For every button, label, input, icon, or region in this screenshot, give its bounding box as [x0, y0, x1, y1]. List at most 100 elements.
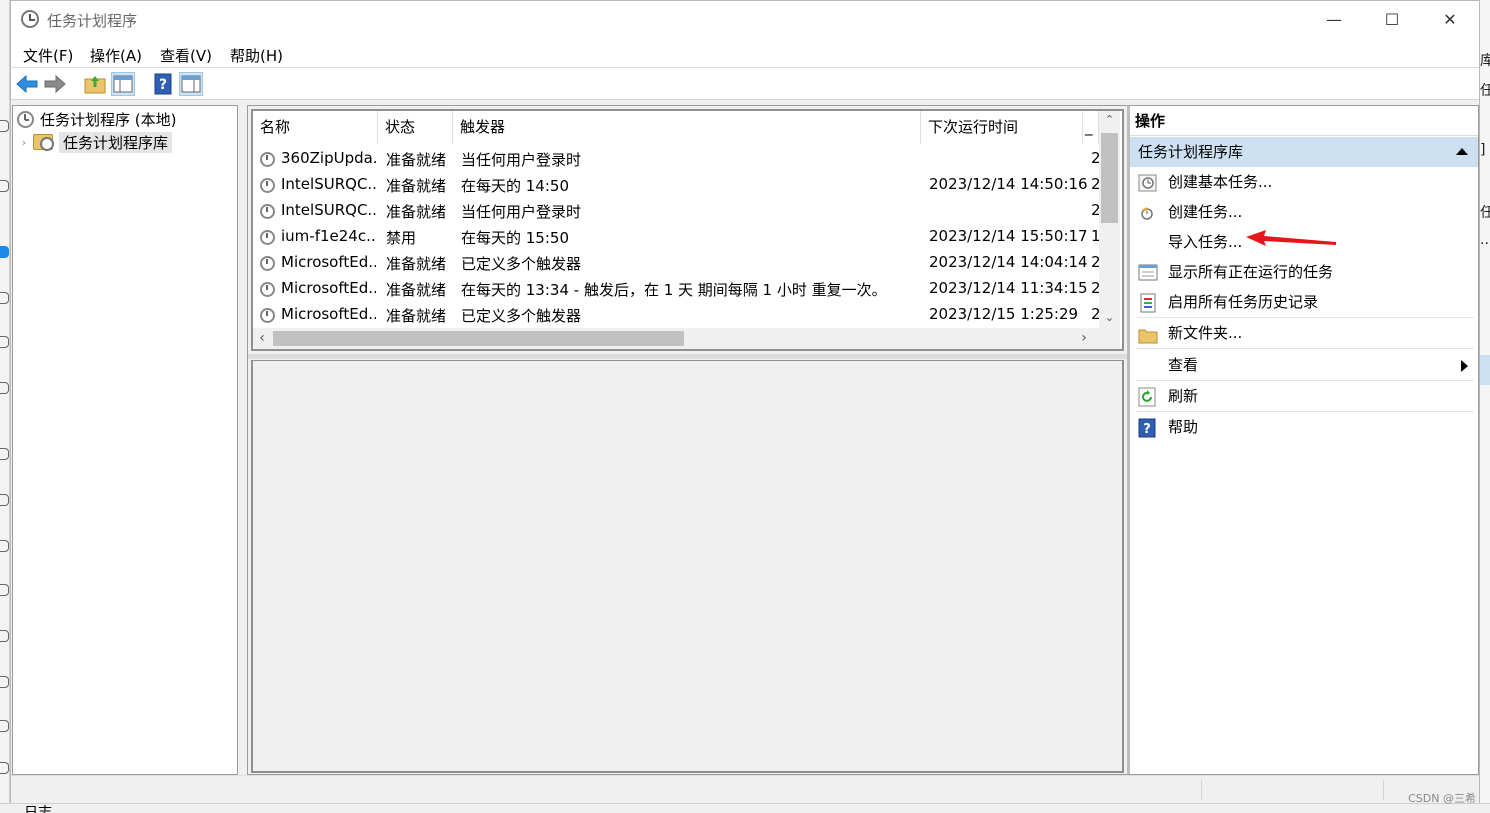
- show-hide-action-pane-icon[interactable]: [179, 72, 203, 96]
- action-refresh[interactable]: 刷新: [1130, 381, 1478, 411]
- action-create-basic-task[interactable]: 创建基本任务...: [1130, 167, 1478, 197]
- desktop-icon: [0, 448, 9, 460]
- task-name: MicrosoftEd...: [281, 305, 376, 323]
- desktop-char: 任: [1480, 205, 1490, 221]
- task-list: 名称 状态 触发器 下次运行时间 _ 360ZipUpda... 准备就绪 当任…: [251, 109, 1124, 351]
- pane-splitter[interactable]: [248, 354, 1127, 359]
- action-label: 帮助: [1168, 418, 1199, 436]
- desktop-char: ]: [1480, 142, 1486, 158]
- desktop-icon: [0, 720, 9, 732]
- action-label: 显示所有正在运行的任务: [1168, 263, 1334, 281]
- desktop-icon: [0, 382, 9, 394]
- task-extra: 2: [1091, 279, 1099, 297]
- desktop-icon: [0, 336, 9, 348]
- task-status: 准备就绪: [386, 203, 447, 221]
- column-header-status[interactable]: 状态: [378, 111, 453, 144]
- task-status: 准备就绪: [386, 177, 447, 195]
- tree-root-label: 任务计划程序 (本地): [40, 110, 177, 129]
- table-row[interactable]: IntelSURQC... 准备就绪 在每天的 14:50 2023/12/14…: [253, 172, 1099, 198]
- show-hide-console-tree-icon[interactable]: [111, 72, 135, 96]
- table-row[interactable]: MicrosoftEd... 准备就绪 已定义多个触发器 2023/12/14 …: [253, 250, 1099, 276]
- table-row[interactable]: MicrosoftEd... 准备就绪 在每天的 13:34 - 触发后，在 1…: [253, 276, 1099, 302]
- desktop-icon: [0, 584, 9, 596]
- menu-help[interactable]: 帮助(H): [230, 45, 283, 66]
- back-icon[interactable]: [15, 72, 39, 96]
- action-help[interactable]: ? 帮助: [1130, 412, 1478, 442]
- task-extra: 2: [1091, 305, 1099, 323]
- title-bar[interactable]: 任务计划程序 — ☐ ✕: [11, 1, 1479, 39]
- desktop-right-strip: 库 任 ] 任 ...: [1480, 0, 1490, 813]
- task-extra: 1: [1091, 227, 1099, 245]
- horizontal-scroll-thumb[interactable]: [273, 331, 684, 346]
- svg-text:?: ?: [159, 77, 167, 93]
- window-title: 任务计划程序: [47, 12, 138, 30]
- desktop-icon: [0, 120, 9, 132]
- menu-view[interactable]: 查看(V): [160, 45, 212, 66]
- folder-up-icon[interactable]: [83, 72, 107, 96]
- task-status: 准备就绪: [386, 255, 447, 273]
- action-enable-task-history[interactable]: 启用所有任务历史记录: [1130, 287, 1478, 317]
- forward-icon[interactable]: [43, 72, 67, 96]
- scroll-left-arrow[interactable]: ‹: [253, 328, 271, 349]
- tree-item-library[interactable]: › 任务计划程序库: [17, 131, 173, 153]
- task-clock-icon: [260, 204, 275, 219]
- table-row[interactable]: 360ZipUpda... 准备就绪 当任何用户登录时 2: [253, 146, 1099, 172]
- task-trigger: 在每天的 15:50: [461, 229, 569, 247]
- task-next-run: 2023/12/14 14:50:16: [929, 175, 1088, 193]
- task-trigger: 在每天的 13:34 - 触发后，在 1 天 期间每隔 1 小时 重复一次。: [461, 281, 887, 299]
- action-display-running-tasks[interactable]: 显示所有正在运行的任务: [1130, 257, 1478, 287]
- task-name: 360ZipUpda...: [281, 149, 376, 167]
- task-name: IntelSURQC...: [281, 201, 376, 219]
- close-button[interactable]: ✕: [1421, 1, 1479, 39]
- desktop-icon: [0, 676, 9, 688]
- table-row[interactable]: ium-f1e24c... 禁用 在每天的 15:50 2023/12/14 1…: [253, 224, 1099, 250]
- table-row[interactable]: MicrosoftEd... 准备就绪 已定义多个触发器 2023/12/15 …: [253, 302, 1099, 328]
- menu-file[interactable]: 文件(F): [23, 45, 73, 66]
- console-tree: 任务计划程序 (本地) › 任务计划程序库: [12, 105, 238, 775]
- task-trigger: 已定义多个触发器: [461, 255, 582, 273]
- table-row[interactable]: IntelSURQC... 准备就绪 当任何用户登录时 2: [253, 198, 1099, 224]
- maximize-button[interactable]: ☐: [1363, 1, 1421, 39]
- task-extra: 2: [1091, 175, 1099, 193]
- task-trigger: 已定义多个触发器: [461, 307, 582, 325]
- status-segment: [1201, 780, 1202, 800]
- column-header-name[interactable]: 名称: [253, 111, 378, 144]
- column-header-last-run[interactable]: _: [1083, 111, 1099, 144]
- horizontal-scrollbar[interactable]: ‹ ›: [253, 328, 1120, 349]
- task-clock-icon: [260, 308, 275, 323]
- task-next-run: 2023/12/15 1:25:29: [929, 305, 1079, 323]
- task-trigger: 在每天的 14:50: [461, 177, 569, 195]
- scroll-down-arrow[interactable]: ⌄: [1099, 309, 1120, 327]
- help-icon[interactable]: ?: [151, 72, 175, 96]
- minimize-button[interactable]: —: [1305, 1, 1363, 39]
- column-header-trigger[interactable]: 触发器: [453, 111, 921, 144]
- action-view[interactable]: 查看: [1130, 350, 1478, 380]
- new-folder-icon: [1138, 324, 1158, 344]
- expand-icon[interactable]: ›: [17, 136, 31, 149]
- action-label: 启用所有任务历史记录: [1168, 293, 1319, 311]
- toolbar: ?: [11, 68, 1479, 100]
- task-extra: 2: [1091, 253, 1099, 271]
- collapse-up-icon[interactable]: [1456, 148, 1468, 155]
- tree-item-root[interactable]: 任务计划程序 (本地): [17, 108, 176, 130]
- action-new-folder[interactable]: 新文件夹...: [1130, 318, 1478, 348]
- actions-section-header[interactable]: 任务计划程序库: [1130, 137, 1478, 167]
- task-next-run: 2023/12/14 14:04:14: [929, 253, 1088, 271]
- refresh-icon: [1138, 387, 1156, 407]
- scroll-right-arrow[interactable]: ›: [1075, 328, 1093, 349]
- task-clock-icon: [260, 230, 275, 245]
- action-create-task[interactable]: 创建任务...: [1130, 197, 1478, 227]
- desktop-highlight: [1480, 355, 1490, 385]
- task-clock-icon: [260, 256, 275, 271]
- column-header-next-run[interactable]: 下次运行时间: [921, 111, 1083, 144]
- task-trigger: 当任何用户登录时: [461, 203, 582, 221]
- task-detail-pane: [251, 360, 1124, 773]
- scroll-up-arrow[interactable]: ⌃: [1099, 111, 1120, 129]
- vertical-scrollbar[interactable]: ⌃ ⌄: [1099, 111, 1120, 328]
- create-task-icon: [1138, 203, 1156, 221]
- vertical-scroll-thumb[interactable]: [1101, 133, 1118, 223]
- desktop-char: ...: [1480, 232, 1490, 248]
- menu-action[interactable]: 操作(A): [90, 45, 142, 66]
- task-status: 准备就绪: [386, 281, 447, 299]
- desktop-char: 任: [1480, 83, 1490, 99]
